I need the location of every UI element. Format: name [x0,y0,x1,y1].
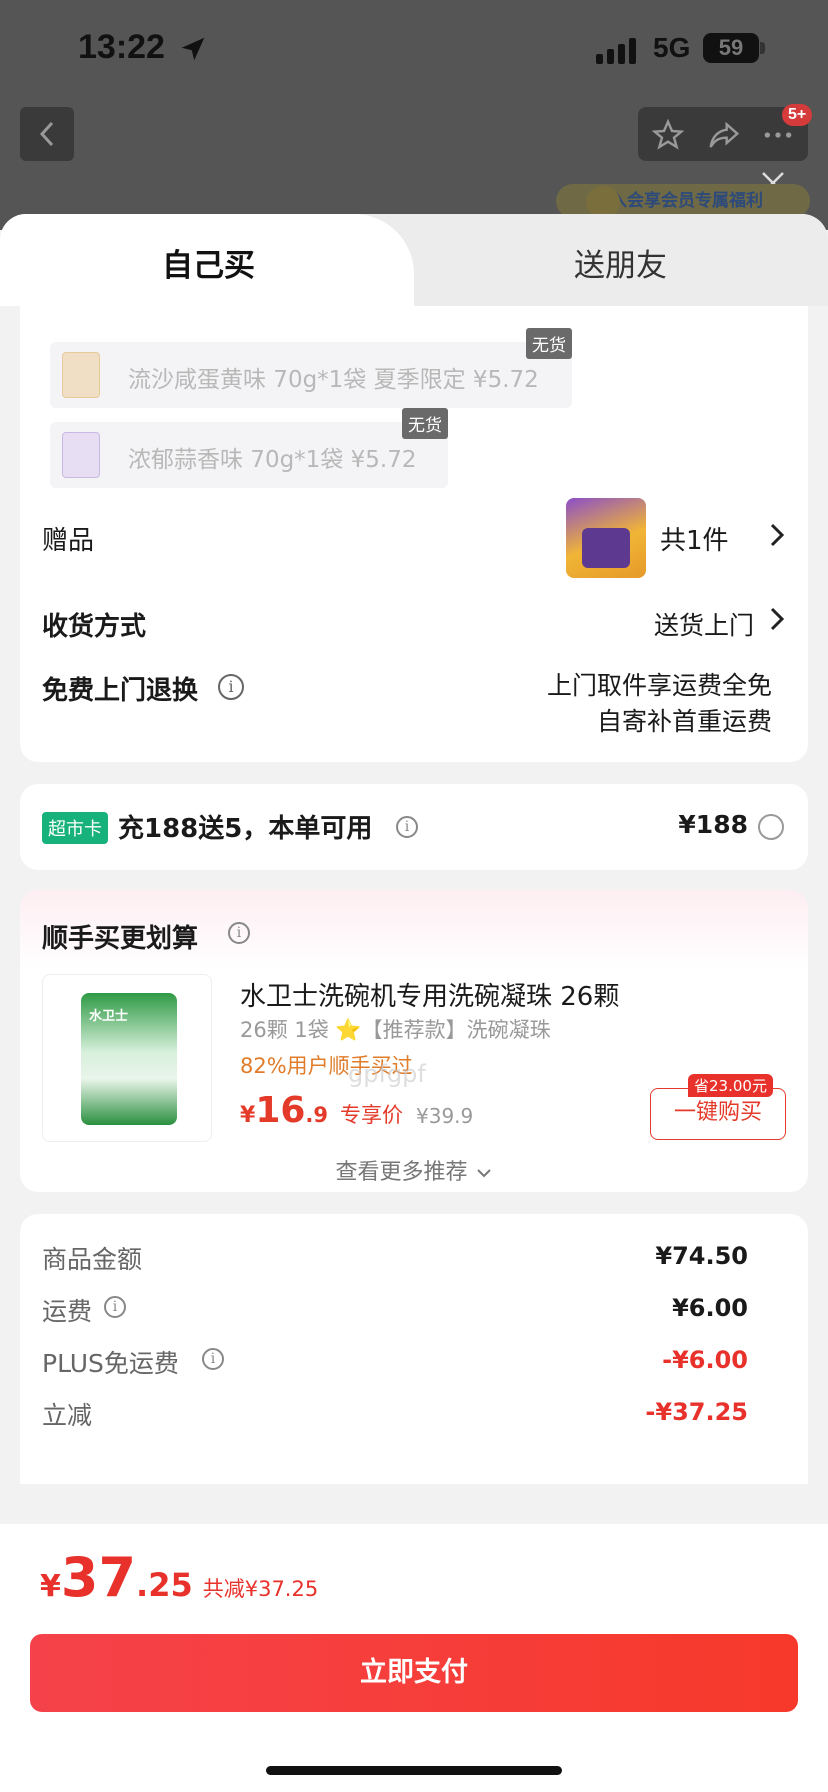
chevron-down-icon [476,1169,491,1178]
tab-label: 送朋友 [574,248,667,284]
gift-label: 赠品 [42,526,95,556]
product-title[interactable]: 水卫士洗碗机专用洗碗凝珠 26颗 [240,976,619,1013]
product-price: ¥16.9 专享价 [240,1090,403,1131]
tab-send-to-friend[interactable]: 送朋友 [414,214,828,306]
original-price: ¥39.9 [416,1104,474,1128]
delivery-value[interactable]: 送货上门 [654,606,754,642]
back-button[interactable] [20,107,74,161]
gift-count[interactable]: 共1件 [660,520,729,557]
total-saved: 共减¥37.25 [202,1577,319,1601]
total-price: ¥37.25 共减¥37.25 [40,1546,318,1609]
recommend-title: 顺手买更划算 [42,924,199,954]
return-line-2: 自寄补首重运费 [596,707,772,736]
bottom-pay-bar: ¥37.25 共减¥37.25 立即支付 [0,1524,828,1792]
price-label: 专享价 [340,1103,404,1127]
status-bar: 13:22 5G 59 [0,0,828,100]
watermark: gpfgpf [348,1060,426,1088]
variant-option: 浓郁蒜香味 70g*1袋 ¥5.72 无货 [50,408,448,488]
market-card-radio[interactable] [758,814,784,840]
share-icon[interactable] [708,119,740,151]
home-indicator [266,1766,562,1775]
more-label: 查看更多推荐 [335,1160,468,1185]
info-icon[interactable]: i [218,674,244,700]
tab-buy-for-self[interactable]: 自己买 [0,214,414,306]
chevron-left-icon [39,121,54,147]
summary-label: PLUS免运费 [42,1349,179,1378]
chevron-right-icon[interactable] [768,522,786,548]
price-summary-card: 商品金额 ¥74.50 运费 i ¥6.00 PLUS免运费 i -¥6.00 … [20,1214,808,1484]
info-icon[interactable]: i [228,922,250,944]
pack-brand-text: 水卫士 [89,1009,129,1024]
status-time: 13:22 [78,28,165,66]
return-line-1: 上门取件享运费全免 [546,671,772,700]
total-currency: ¥ [40,1569,61,1604]
market-card-card: 超市卡 充188送5，本单可用 i ¥188 [20,784,808,870]
gift-thumbnail[interactable] [566,498,646,578]
total-integer: 37 [60,1546,137,1609]
more-recommendations-link[interactable]: 查看更多推荐 [20,1154,808,1186]
summary-value: ¥74.50 [655,1242,748,1270]
summary-value: -¥6.00 [662,1346,748,1374]
variant-text: 浓郁蒜香味 70g*1袋 ¥5.72 [128,447,417,473]
save-badge: 省23.00元 [688,1074,773,1097]
variant-text: 流沙咸蛋黄味 70g*1袋 夏季限定 ¥5.72 [128,367,539,393]
summary-label: 立减 [42,1401,93,1430]
market-card-offer: 充188送5，本单可用 [118,814,373,844]
summary-label: 运费 [42,1297,93,1326]
signal-icon [596,38,636,64]
location-arrow-icon [181,37,205,61]
tab-label: 自己买 [162,248,255,284]
delivery-label: 收货方式 [42,612,147,642]
summary-value: ¥6.00 [672,1294,748,1322]
market-card-tag: 超市卡 [42,812,108,844]
variant-thumbnail [62,432,100,478]
price-integer: 16 [255,1090,306,1131]
order-options-card: 流沙咸蛋黄味 70g*1袋 夏季限定 ¥5.72 无货 浓郁蒜香味 70g*1袋… [20,306,808,762]
summary-value: -¥37.25 [645,1398,748,1426]
pay-now-button[interactable]: 立即支付 [30,1634,798,1712]
market-card-price: ¥188 [678,810,748,839]
price-currency: ¥ [240,1103,256,1128]
battery-icon: 59 [703,33,759,63]
price-decimal: .9 [305,1103,329,1127]
product-image[interactable]: 水卫士 [42,974,212,1142]
out-of-stock-badge: 无货 [526,328,572,359]
product-pouch-graphic: 水卫士 [81,993,177,1125]
summary-label: 商品金额 [42,1245,143,1274]
free-return-label: 免费上门退换 [42,676,199,706]
recommendation-card: 顺手买更划算 i 水卫士 水卫士洗碗机专用洗碗凝珠 26颗 26颗 1袋 ⭐【推… [20,890,808,1192]
variant-option: 流沙咸蛋黄味 70g*1袋 夏季限定 ¥5.72 无货 [50,328,572,408]
total-decimal: .25 [136,1566,193,1604]
info-icon[interactable]: i [396,816,418,838]
star-icon[interactable] [652,119,684,151]
info-icon[interactable]: i [202,1348,224,1370]
network-label: 5G [653,32,691,63]
tab-bar: 自己买 送朋友 [0,214,828,306]
chevron-right-icon[interactable] [768,606,786,632]
variant-thumbnail [62,352,100,398]
product-spec: 26颗 1袋 ⭐【推荐款】洗碗凝珠 [240,1018,551,1042]
notification-badge: 5+ [782,104,813,126]
battery-tip [760,42,765,54]
info-icon[interactable]: i [104,1296,126,1318]
out-of-stock-badge: 无货 [402,408,448,439]
